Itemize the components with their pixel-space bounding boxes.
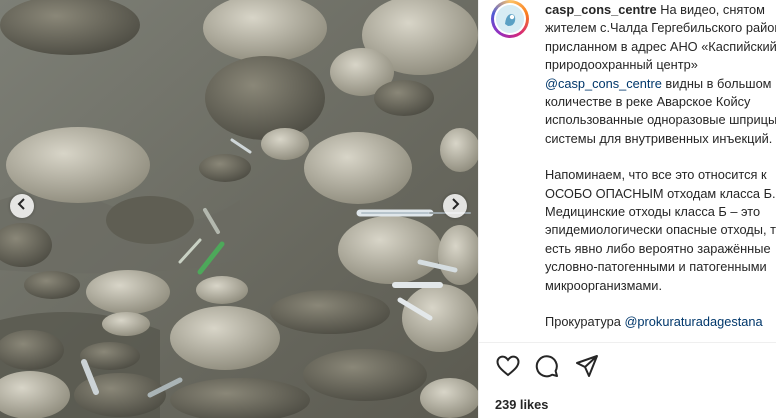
post-media[interactable] [0, 0, 478, 418]
post-username[interactable]: casp_cons_centre [545, 2, 657, 17]
post-caption: casp_cons_centre На видео, снятом жителе… [545, 1, 776, 350]
chevron-right-icon [450, 197, 460, 215]
share-button[interactable] [574, 354, 600, 383]
mention-link[interactable]: @casp_cons_centre [545, 76, 662, 91]
avatar[interactable] [491, 0, 529, 38]
previous-slide-button[interactable] [10, 194, 34, 218]
paper-plane-icon [575, 354, 599, 383]
mention-link[interactable]: @prokuraturadagestana [624, 314, 762, 329]
profile-logo-icon [496, 5, 524, 33]
avatar-image [496, 5, 524, 33]
caption-text: Прокуратура [545, 314, 625, 330]
riverbed-photo [0, 0, 478, 418]
comment-icon [535, 354, 559, 383]
comment-button[interactable] [534, 354, 560, 383]
next-slide-button[interactable] [443, 194, 467, 218]
caption-paragraph-3: Прокуратура @prokuraturadagestana [545, 313, 776, 331]
like-button[interactable] [495, 355, 521, 381]
actions-divider [479, 342, 776, 343]
likes-count[interactable]: 239 likes [495, 397, 548, 412]
caption-paragraph-1: casp_cons_centre На видео, снятом жителе… [545, 1, 776, 148]
post-sidebar: casp_cons_centre На видео, снятом жителе… [479, 0, 776, 418]
caption-paragraph-2: Напоминаем, что все это относится к ОСОБ… [545, 167, 776, 293]
chevron-left-icon [17, 197, 27, 215]
heart-icon [496, 355, 520, 382]
